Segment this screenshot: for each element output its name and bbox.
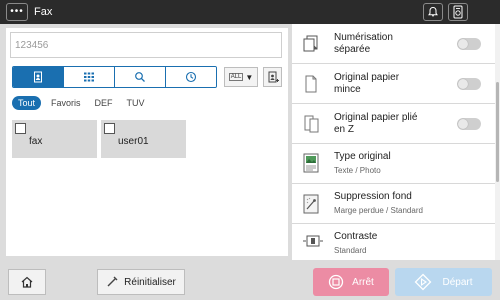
setting-label: Original papier — [334, 72, 400, 83]
setting-label: Suppression fond — [334, 191, 412, 202]
menu-button[interactable]: ••• — [6, 3, 28, 21]
register-destination-button[interactable] — [263, 67, 282, 87]
setting-value: Marge perdue / Standard — [334, 206, 423, 215]
destination-item-fax[interactable]: fax — [12, 120, 97, 158]
setting-contrast[interactable]: Contraste Standard — [292, 224, 495, 260]
thin-paper-icon — [305, 75, 317, 93]
setting-original-type[interactable]: Type original Texte / Photo — [292, 144, 495, 184]
tab-address-book[interactable] — [13, 67, 63, 87]
setting-value: Texte / Photo — [334, 166, 381, 175]
index-dropdown[interactable]: ALL ▼ — [224, 67, 258, 87]
setting-z-folded[interactable]: Original papier plié en Z — [292, 104, 495, 144]
setting-value: Standard — [334, 246, 367, 255]
home-icon — [21, 276, 33, 288]
title-bar: ••• Fax — [0, 0, 500, 24]
filter-def[interactable]: DEF — [91, 96, 117, 110]
stop-button[interactable]: Arrêt — [313, 268, 389, 296]
scrollbar-thumb[interactable] — [496, 82, 499, 182]
keypad-icon — [84, 72, 94, 82]
search-icon — [135, 72, 145, 82]
stop-icon — [329, 274, 344, 290]
home-button[interactable] — [8, 269, 46, 295]
device-status-icon — [453, 5, 463, 19]
history-icon — [185, 71, 197, 83]
reset-icon — [107, 276, 118, 287]
destination-label: fax — [29, 136, 43, 147]
add-destination-icon — [268, 71, 279, 82]
start-icon — [415, 273, 432, 291]
contrast-icon — [303, 235, 323, 247]
search-mode-tabs — [12, 66, 217, 88]
setting-label: Original papier plié — [334, 112, 418, 123]
checkbox[interactable] — [104, 123, 115, 134]
setting-thin-paper[interactable]: Original papier mince — [292, 64, 495, 104]
destination-label: user01 — [118, 136, 149, 147]
tab-history[interactable] — [165, 67, 216, 87]
start-button[interactable]: Départ — [395, 268, 492, 296]
original-type-icon — [303, 153, 319, 173]
destination-item-user01[interactable]: user01 — [101, 120, 186, 158]
z-folded-icon — [304, 115, 319, 133]
setting-label: Type original — [334, 151, 391, 162]
filter-all[interactable]: Tout — [12, 96, 42, 110]
setting-label: Contraste — [334, 231, 378, 242]
more-icon: ••• — [10, 6, 24, 17]
device-status-button[interactable] — [448, 3, 468, 21]
setting-label-line2: séparée — [334, 44, 371, 55]
filter-tabs: Tout Favoris DEF TUV — [12, 96, 149, 110]
separate-scan-toggle[interactable] — [457, 38, 481, 50]
stop-label: Arrêt — [352, 276, 374, 288]
setting-label-line2: mince — [334, 84, 361, 95]
z-folded-toggle[interactable] — [457, 118, 481, 130]
settings-panel: Numérisation séparée Original papier min… — [292, 24, 500, 260]
page-title: Fax — [34, 6, 53, 18]
background-removal-icon — [303, 194, 319, 214]
address-book-panel: 123456 ALL ▼ Tout Favoris DEF TUV fax us… — [6, 28, 288, 256]
address-book-icon — [34, 71, 42, 83]
setting-background-removal[interactable]: Suppression fond Marge perdue / Standard — [292, 184, 495, 224]
reset-label: Réinitialiser — [124, 276, 176, 288]
tab-keypad[interactable] — [63, 67, 114, 87]
reset-button[interactable]: Réinitialiser — [97, 269, 185, 295]
notification-button[interactable] — [423, 3, 443, 21]
dropdown-arrow-icon: ▼ — [245, 72, 254, 82]
bell-icon — [428, 6, 438, 17]
separate-scan-icon — [303, 35, 318, 52]
setting-label: Numérisation — [334, 32, 393, 43]
filter-favorites[interactable]: Favoris — [47, 96, 85, 110]
destination-input[interactable]: 123456 — [10, 32, 282, 58]
start-label: Départ — [442, 276, 473, 288]
tab-search[interactable] — [114, 67, 165, 87]
all-label: ALL — [228, 73, 244, 81]
checkbox[interactable] — [15, 123, 26, 134]
setting-separate-scan[interactable]: Numérisation séparée — [292, 24, 495, 64]
filter-tuv[interactable]: TUV — [123, 96, 149, 110]
settings-scrollbar[interactable] — [495, 24, 500, 260]
thin-paper-toggle[interactable] — [457, 78, 481, 90]
setting-label-line2: en Z — [334, 124, 355, 135]
